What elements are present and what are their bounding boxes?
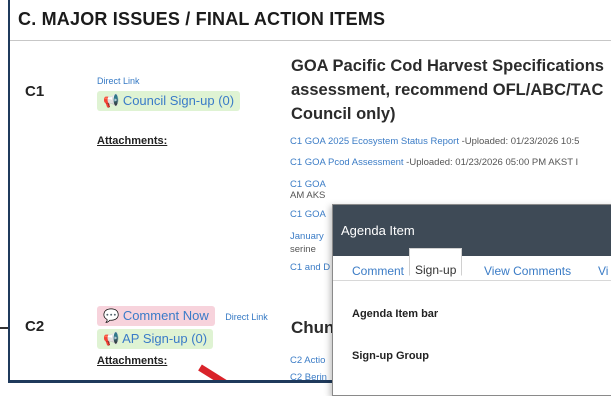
attachment-item: C1 and D — [290, 262, 330, 273]
c1-council-signup-button[interactable]: 📢 Council Sign-up (0) — [97, 91, 241, 111]
tab-comment[interactable]: Comment — [347, 258, 409, 284]
c2-signup-label: AP Sign-up (0) — [122, 331, 208, 346]
attachment-meta: serine — [290, 244, 316, 255]
attachment-item: January — [290, 231, 324, 242]
attachment-item: C2 Actio — [290, 355, 325, 366]
c2-direct-link[interactable]: Direct Link — [225, 312, 268, 322]
attachment-meta: AM AKS — [290, 190, 326, 201]
attachment-link[interactable]: C2 Berin — [290, 372, 327, 380]
c1-direct-link[interactable]: Direct Link — [97, 76, 140, 86]
c1-item-title[interactable]: GOA Pacific Cod Harvest Specifications a… — [291, 54, 611, 126]
c1-item-number: C1 — [25, 83, 45, 100]
attachment-link[interactable]: C1 GOA 2025 Ecosystem Status Report — [290, 136, 459, 147]
attachment-meta: -Uploaded: 01/23/2026 05:00 PM AKST I — [403, 157, 579, 168]
attachment-item: C1 GOA Pcod Assessment -Uploaded: 01/23/… — [290, 157, 578, 168]
agenda-item-bar-label: Agenda Item bar — [352, 308, 439, 320]
red-arrow-annotation — [198, 364, 253, 380]
megaphone-icon: 📢 — [103, 331, 120, 346]
c2-comment-now-button[interactable]: 💬 Comment Now — [97, 306, 215, 326]
c1-title-line: GOA Pacific Cod Harvest Specifications — [291, 57, 604, 75]
c2-ap-signup-button[interactable]: 📢 AP Sign-up (0) — [97, 329, 214, 349]
attachment-item: C2 Berin — [290, 372, 327, 380]
title-divider — [10, 40, 611, 41]
attachment-link[interactable]: January — [290, 231, 324, 242]
comment-icon: 💬 — [103, 308, 120, 323]
attachment-item: C1 GOA — [290, 209, 326, 220]
c2-item-number: C2 — [25, 318, 45, 335]
attachment-link[interactable]: C1 GOA — [290, 209, 326, 220]
c2-item-title[interactable]: Chun — [291, 318, 334, 338]
modal-title: Agenda Item — [341, 223, 415, 238]
attachment-link[interactable]: C2 Actio — [290, 355, 325, 366]
attachment-link[interactable]: C1 GOA Pcod Assessment — [290, 157, 404, 168]
c1-signup-label: Council Sign-up (0) — [122, 93, 235, 108]
c2-attachments-label: Attachments: — [97, 355, 168, 367]
tab-view-more[interactable]: Vi — [593, 258, 611, 284]
megaphone-icon: 📢 — [103, 93, 120, 108]
c1-attachments-label: Attachments: — [97, 135, 168, 147]
agenda-item-modal: Agenda Item Comment Sign-up View Comment… — [332, 204, 611, 396]
sign-up-group-label: Sign-up Group — [352, 350, 429, 362]
tab-sign-up[interactable]: Sign-up — [409, 248, 463, 277]
attachment-link[interactable]: C1 and D — [290, 262, 330, 273]
attachment-meta: -Uploaded: 01/23/2026 10:5 — [458, 136, 580, 147]
c1-title-line: assessment, recommend OFL/ABC/TAC — [291, 81, 604, 99]
tab-view-comments[interactable]: View Comments — [479, 258, 576, 284]
section-title: C. MAJOR ISSUES / FINAL ACTION ITEMS — [18, 9, 386, 29]
attachment-item: C1 GOA 2025 Ecosystem Status Report -Upl… — [290, 136, 579, 147]
attachment-link[interactable]: C1 GOA — [290, 179, 326, 190]
c2-comment-label: Comment Now — [122, 308, 209, 323]
c1-title-line: Council only) — [291, 105, 396, 123]
modal-tabs: Comment Sign-up View Comments Vi — [333, 248, 611, 281]
attachment-item: C1 GOA — [290, 179, 326, 190]
